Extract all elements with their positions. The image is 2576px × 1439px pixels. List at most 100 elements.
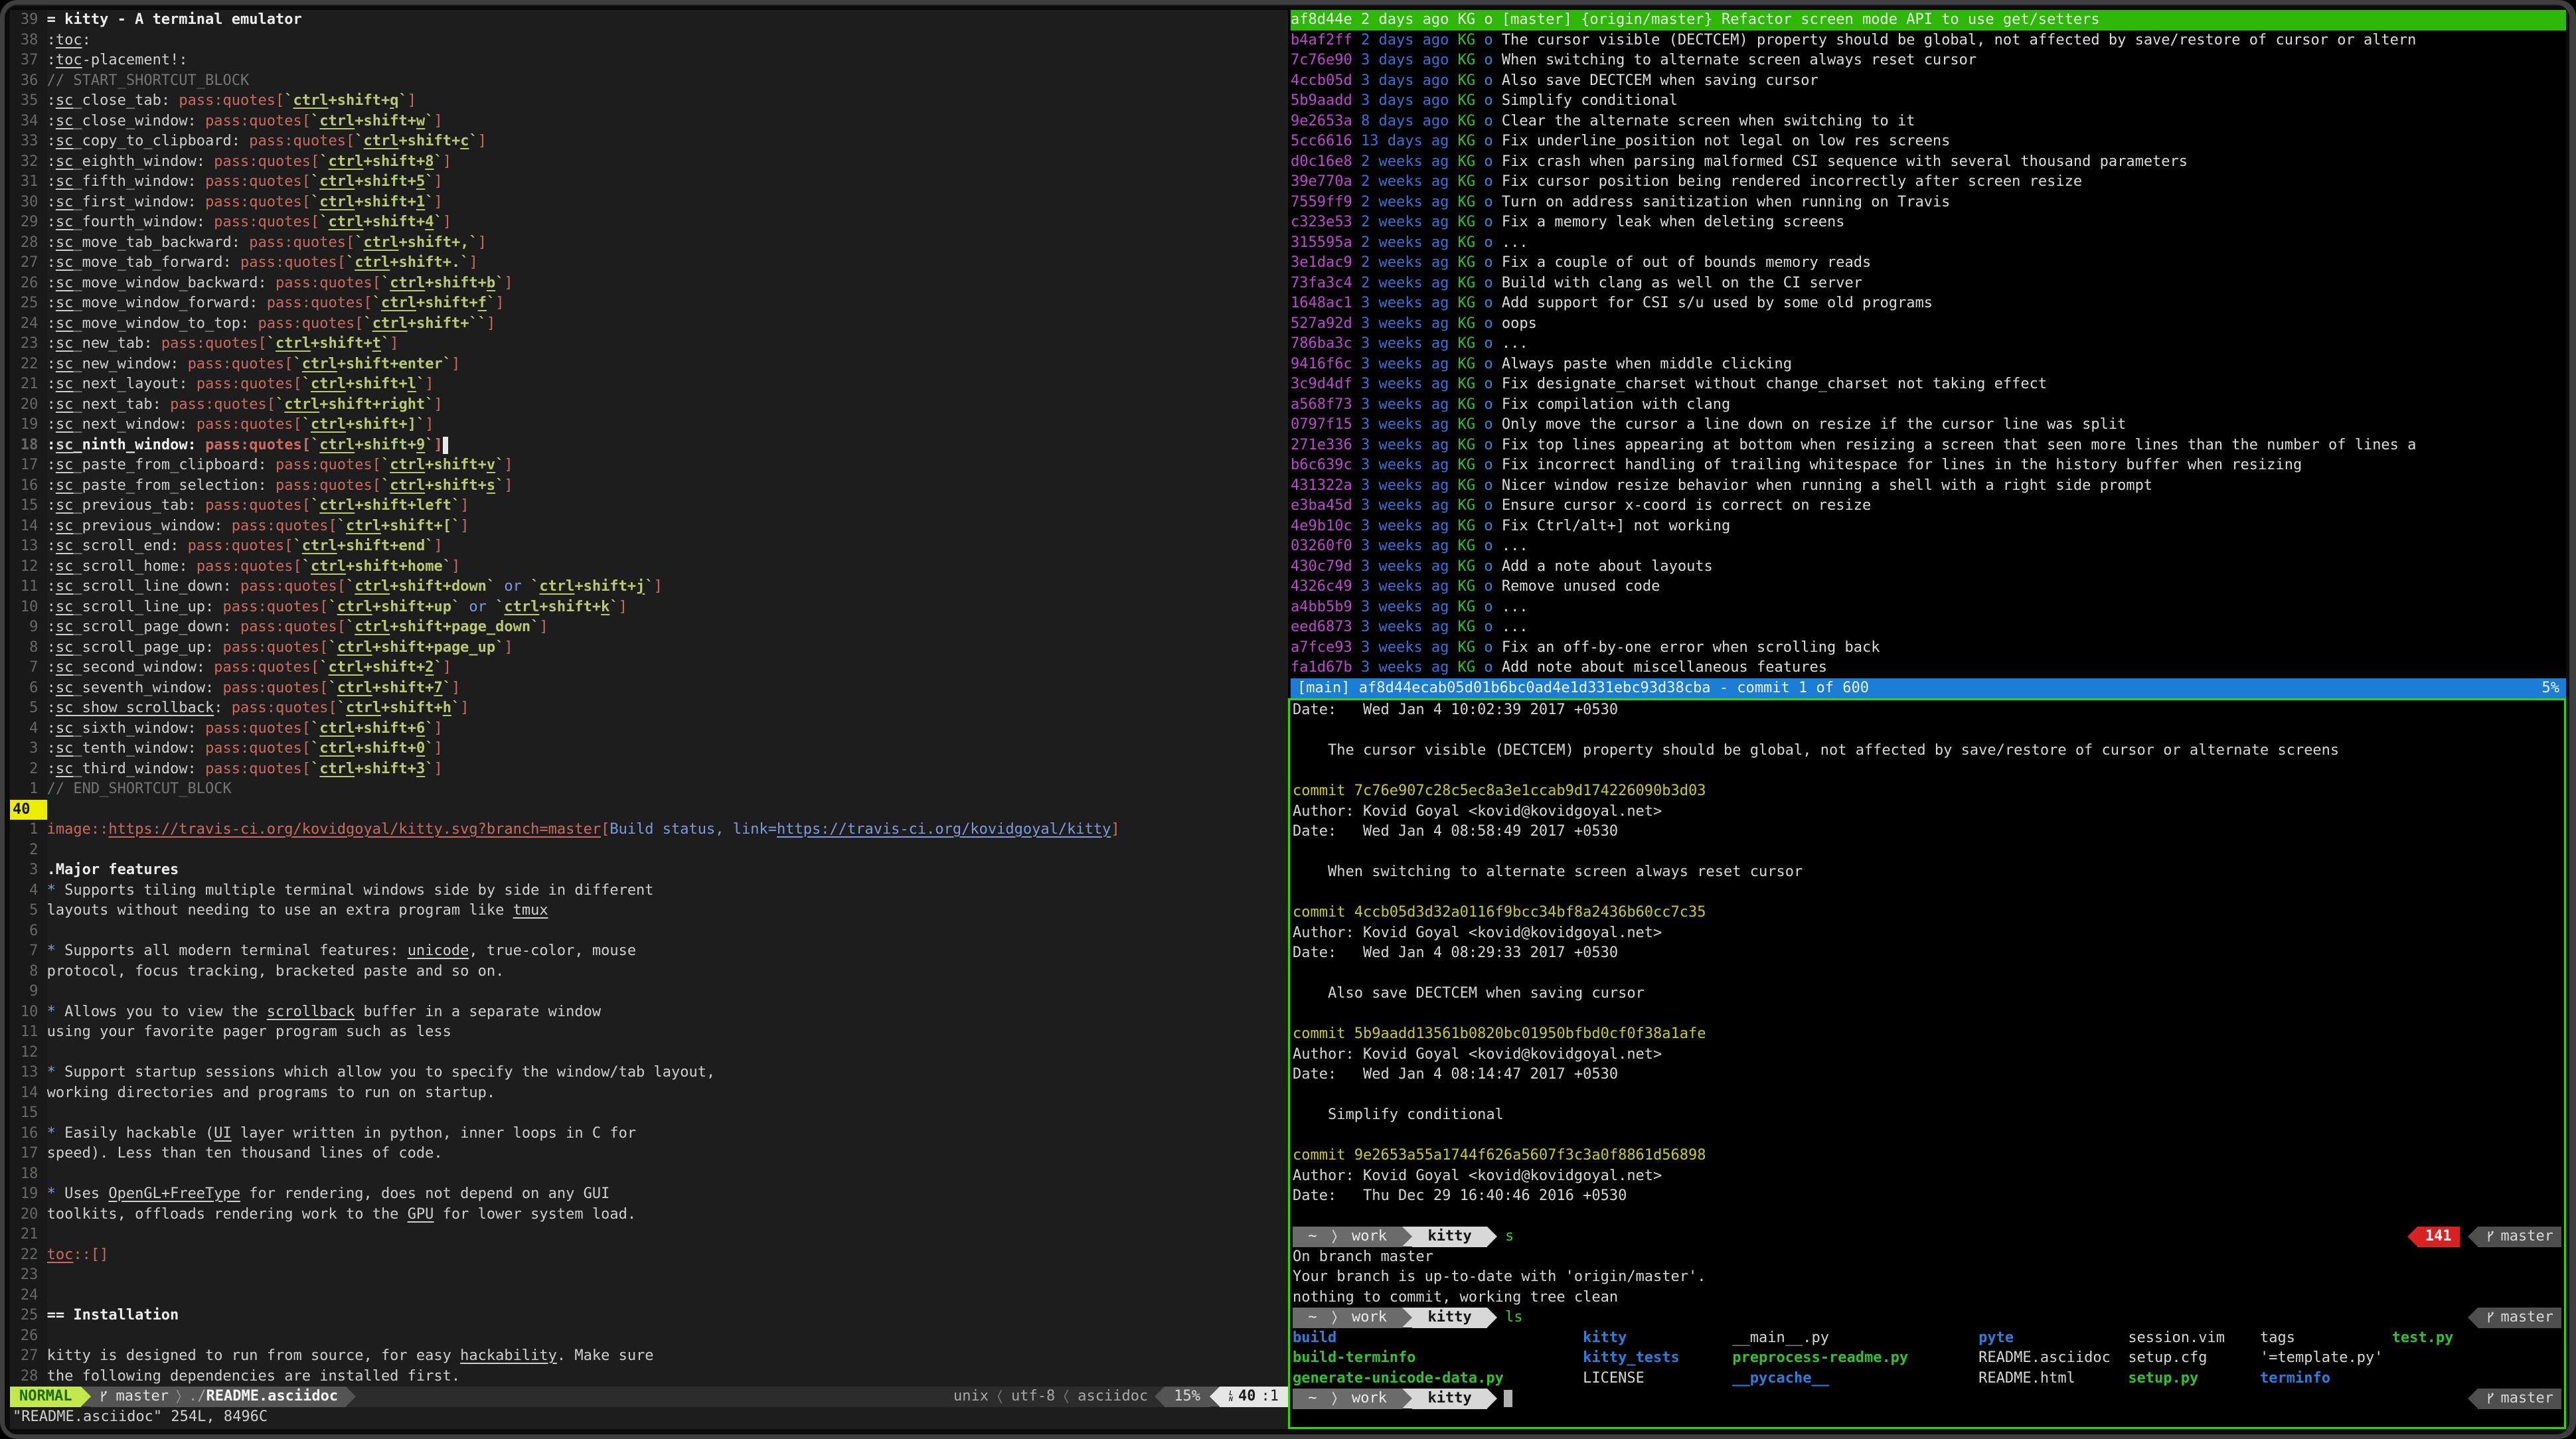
- editor-line[interactable]: 28the following dependencies are install…: [10, 1367, 1288, 1387]
- commit-row[interactable]: 430c79d 3 weeks ag KG o Add a note about…: [1291, 557, 2566, 577]
- commit-row[interactable]: 3c9d4df 3 weeks ag KG o Fix designate_ch…: [1291, 374, 2566, 395]
- commit-row[interactable]: 4e9b10c 3 weeks ag KG o Fix Ctrl/alt+] n…: [1291, 516, 2566, 537]
- editor-line[interactable]: 31:sc_fifth_window: pass:quotes[`ctrl+sh…: [10, 172, 1288, 192]
- editor-line[interactable]: 10* Allows you to view the scrollback bu…: [10, 1002, 1288, 1023]
- editor-line[interactable]: 15: [10, 1103, 1288, 1124]
- editor-line[interactable]: 32:sc_eighth_window: pass:quotes[`ctrl+s…: [10, 152, 1288, 173]
- commit-row[interactable]: b6c639c 3 weeks ag KG o Fix incorrect ha…: [1291, 455, 2566, 476]
- shell-prompt[interactable]: ~ work kitty lsmaster: [1293, 1308, 2561, 1328]
- commit-row[interactable]: eed6873 3 weeks ag KG o ...: [1291, 617, 2566, 638]
- commit-row[interactable]: 3e1dac9 2 weeks ag KG o Fix a couple of …: [1291, 253, 2566, 273]
- commit-row[interactable]: c323e53 2 weeks ag KG o Fix a memory lea…: [1291, 212, 2566, 233]
- editor-line[interactable]: 20toolkits, offloads rendering work to t…: [10, 1205, 1288, 1225]
- editor-line[interactable]: 8:sc_scroll_page_up: pass:quotes[`ctrl+s…: [10, 638, 1288, 658]
- editor-line[interactable]: 9: [10, 982, 1288, 1002]
- commit-row[interactable]: 0797f15 3 weeks ag KG o Only move the cu…: [1291, 415, 2566, 435]
- editor-line[interactable]: 27:sc_move_tab_forward: pass:quotes[`ctr…: [10, 253, 1288, 273]
- editor-line[interactable]: 29:sc_fourth_window: pass:quotes[`ctrl+s…: [10, 212, 1288, 233]
- editor-line[interactable]: 15:sc_previous_tab: pass:quotes[`ctrl+sh…: [10, 496, 1288, 516]
- editor-line[interactable]: 40: [10, 800, 1288, 820]
- commit-row[interactable]: a568f73 3 weeks ag KG o Fix compilation …: [1291, 395, 2566, 416]
- editor-line[interactable]: 21:sc_next_layout: pass:quotes[`ctrl+shi…: [10, 374, 1288, 395]
- commit-row[interactable]: 271e336 3 weeks ag KG o Fix top lines ap…: [1291, 435, 2566, 456]
- editor-line[interactable]: 20:sc_next_tab: pass:quotes[`ctrl+shift+…: [10, 395, 1288, 416]
- terminal-cursor[interactable]: [1504, 1390, 1512, 1407]
- commit-row[interactable]: 9416f6c 3 weeks ag KG o Always paste whe…: [1291, 354, 2566, 375]
- editor-line[interactable]: 3:sc_tenth_window: pass:quotes[`ctrl+shi…: [10, 739, 1288, 759]
- commit-row[interactable]: b4af2ff 2 days ago KG o The cursor visib…: [1291, 31, 2566, 51]
- commit-row[interactable]: 5cc6616 13 days ag KG o Fix underline_po…: [1291, 131, 2566, 152]
- commit-row[interactable]: 73fa3c4 2 weeks ag KG o Build with clang…: [1291, 273, 2566, 294]
- editor-line[interactable]: 7:sc_second_window: pass:quotes[`ctrl+sh…: [10, 658, 1288, 678]
- editor-line[interactable]: 6: [10, 921, 1288, 942]
- commit-row[interactable]: 7c76e90 3 days ago KG o When switching t…: [1291, 50, 2566, 71]
- editor-line[interactable]: 16* Easily hackable (UI layer written in…: [10, 1124, 1288, 1144]
- editor-line[interactable]: 36// START_SHORTCUT_BLOCK: [10, 71, 1288, 92]
- editor-line[interactable]: 1image::https://travis-ci.org/kovidgoyal…: [10, 820, 1288, 840]
- editor-line[interactable]: 37:toc-placement!:: [10, 50, 1288, 71]
- commit-row[interactable]: 7559ff9 2 weeks ag KG o Turn on address …: [1291, 192, 2566, 213]
- editor-line[interactable]: 5layouts without needing to use an extra…: [10, 901, 1288, 921]
- editor-line[interactable]: 4:sc_sixth_window: pass:quotes[`ctrl+shi…: [10, 719, 1288, 739]
- editor-line[interactable]: 28:sc_move_tab_backward: pass:quotes[`ct…: [10, 233, 1288, 254]
- editor-line[interactable]: 3.Major features: [10, 860, 1288, 881]
- commit-row[interactable]: a7fce93 3 weeks ag KG o Fix an off-by-on…: [1291, 638, 2566, 658]
- editor-line[interactable]: 33:sc_copy_to_clipboard: pass:quotes[`ct…: [10, 131, 1288, 152]
- commit-row[interactable]: a4bb5b9 3 weeks ag KG o ...: [1291, 597, 2566, 618]
- commit-row[interactable]: 527a92d 3 weeks ag KG o oops: [1291, 314, 2566, 335]
- editor-line[interactable]: 1// END_SHORTCUT_BLOCK: [10, 779, 1288, 800]
- editor-line[interactable]: 2:sc_third_window: pass:quotes[`ctrl+shi…: [10, 759, 1288, 780]
- editor-line[interactable]: 27kitty is designed to run from source, …: [10, 1346, 1288, 1367]
- shell-prompt[interactable]: ~ work kitty master: [1293, 1389, 2561, 1409]
- editor-line[interactable]: 12:sc_scroll_home: pass:quotes[`ctrl+shi…: [10, 557, 1288, 577]
- editor-line[interactable]: 39= kitty - A terminal emulator: [10, 10, 1288, 31]
- editor-line[interactable]: 38:toc:: [10, 31, 1288, 51]
- commit-row[interactable]: 4ccb05d 3 days ago KG o Also save DECTCE…: [1291, 71, 2566, 92]
- commit-row[interactable]: 1648ac1 3 weeks ag KG o Add support for …: [1291, 293, 2566, 314]
- commit-row[interactable]: 9e2653a 8 days ago KG o Clear the altern…: [1291, 112, 2566, 132]
- editor-line[interactable]: 7* Supports all modern terminal features…: [10, 941, 1288, 962]
- editor-line[interactable]: 22:sc_new_window: pass:quotes[`ctrl+shif…: [10, 354, 1288, 375]
- editor-line[interactable]: 25:sc_move_window_forward: pass:quotes[`…: [10, 293, 1288, 314]
- editor-line[interactable]: 18:sc_ninth_window: pass:quotes[`ctrl+sh…: [10, 435, 1288, 456]
- editor-line[interactable]: 11:sc_scroll_line_down: pass:quotes[`ctr…: [10, 577, 1288, 597]
- editor-line[interactable]: 19* Uses OpenGL+FreeType for rendering, …: [10, 1184, 1288, 1205]
- vim-pane[interactable]: 39= kitty - A terminal emulator38:toc:37…: [10, 10, 1288, 1429]
- editor-line[interactable]: 12: [10, 1043, 1288, 1063]
- editor-line[interactable]: 5:sc_show_scrollback: pass:quotes[`ctrl+…: [10, 698, 1288, 719]
- editor-line[interactable]: 16:sc_paste_from_selection: pass:quotes[…: [10, 476, 1288, 496]
- editor-line[interactable]: 26:sc_move_window_backward: pass:quotes[…: [10, 273, 1288, 294]
- commit-row[interactable]: af8d44e 2 days ago KG o [master] {origin…: [1291, 10, 2566, 31]
- editor-line[interactable]: 17speed). Less than ten thousand lines o…: [10, 1144, 1288, 1164]
- editor-line[interactable]: 11using your favorite pager program such…: [10, 1022, 1288, 1043]
- editor-line[interactable]: 30:sc_first_window: pass:quotes[`ctrl+sh…: [10, 192, 1288, 213]
- editor-line[interactable]: 24:sc_move_window_to_top: pass:quotes[`c…: [10, 314, 1288, 335]
- editor-line[interactable]: 17:sc_paste_from_clipboard: pass:quotes[…: [10, 455, 1288, 476]
- shell-pane[interactable]: Date: Wed Jan 4 10:02:39 2017 +0530 The …: [1288, 698, 2566, 1429]
- commit-row[interactable]: 315595a 2 weeks ag KG o ...: [1291, 233, 2566, 254]
- commit-row[interactable]: e3ba45d 3 weeks ag KG o Ensure cursor x-…: [1291, 496, 2566, 516]
- editor-line[interactable]: 6:sc_seventh_window: pass:quotes[`ctrl+s…: [10, 678, 1288, 699]
- editor-line[interactable]: 13* Support startup sessions which allow…: [10, 1063, 1288, 1083]
- editor-line[interactable]: 25== Installation: [10, 1306, 1288, 1326]
- editor-line[interactable]: 2: [10, 840, 1288, 861]
- commit-row[interactable]: 39e770a 2 weeks ag KG o Fix cursor posit…: [1291, 172, 2566, 192]
- editor-line[interactable]: 8protocol, focus tracking, bracketed pas…: [10, 962, 1288, 982]
- editor-line[interactable]: 9:sc_scroll_page_down: pass:quotes[`ctrl…: [10, 617, 1288, 638]
- editor-line[interactable]: 21: [10, 1225, 1288, 1245]
- editor-line[interactable]: 14:sc_previous_window: pass:quotes[`ctrl…: [10, 516, 1288, 537]
- commit-row[interactable]: 431322a 3 weeks ag KG o Nicer window res…: [1291, 476, 2566, 496]
- editor-line[interactable]: 14working directories and programs to ru…: [10, 1083, 1288, 1104]
- editor-line[interactable]: 10:sc_scroll_line_up: pass:quotes[`ctrl+…: [10, 597, 1288, 618]
- editor-line[interactable]: 24: [10, 1286, 1288, 1306]
- editor-area[interactable]: 39= kitty - A terminal emulator38:toc:37…: [10, 10, 1288, 1387]
- editor-line[interactable]: 35:sc_close_tab: pass:quotes[`ctrl+shift…: [10, 91, 1288, 112]
- editor-line[interactable]: 22toc::[]: [10, 1245, 1288, 1266]
- editor-line[interactable]: 19:sc_next_window: pass:quotes[`ctrl+shi…: [10, 415, 1288, 435]
- commit-row[interactable]: 03260f0 3 weeks ag KG o ...: [1291, 536, 2566, 557]
- editor-line[interactable]: 23: [10, 1265, 1288, 1286]
- editor-line[interactable]: 4* Supports tiling multiple terminal win…: [10, 881, 1288, 901]
- commit-row[interactable]: 786ba3c 3 weeks ag KG o ...: [1291, 334, 2566, 354]
- editor-line[interactable]: 34:sc_close_window: pass:quotes[`ctrl+sh…: [10, 112, 1288, 132]
- editor-line[interactable]: 18: [10, 1164, 1288, 1185]
